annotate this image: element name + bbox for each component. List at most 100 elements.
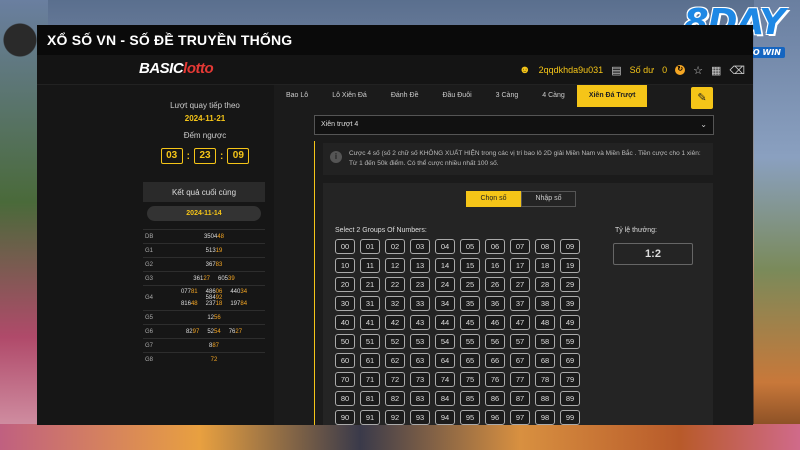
number-button[interactable]: 87 bbox=[510, 391, 530, 406]
number-button[interactable]: 10 bbox=[335, 258, 355, 273]
number-button[interactable]: 05 bbox=[460, 239, 480, 254]
number-button[interactable]: 88 bbox=[535, 391, 555, 406]
number-button[interactable]: 27 bbox=[510, 277, 530, 292]
number-button[interactable]: 96 bbox=[485, 410, 505, 425]
number-button[interactable]: 15 bbox=[460, 258, 480, 273]
number-button[interactable]: 82 bbox=[385, 391, 405, 406]
number-button[interactable]: 40 bbox=[335, 315, 355, 330]
number-button[interactable]: 37 bbox=[510, 296, 530, 311]
number-button[interactable]: 57 bbox=[510, 334, 530, 349]
number-button[interactable]: 62 bbox=[385, 353, 405, 368]
tab-6[interactable]: Xiên Đá Trượt bbox=[576, 85, 648, 107]
username[interactable]: 2qqdkhda9u031 bbox=[539, 65, 604, 75]
number-button[interactable]: 23 bbox=[410, 277, 430, 292]
number-button[interactable]: 72 bbox=[385, 372, 405, 387]
number-button[interactable]: 39 bbox=[560, 296, 580, 311]
number-button[interactable]: 13 bbox=[410, 258, 430, 273]
number-button[interactable]: 61 bbox=[360, 353, 380, 368]
number-button[interactable]: 42 bbox=[385, 315, 405, 330]
number-button[interactable]: 31 bbox=[360, 296, 380, 311]
number-button[interactable]: 24 bbox=[435, 277, 455, 292]
last-results-date[interactable]: 2024-11-14 bbox=[147, 206, 261, 221]
bet-type-select[interactable]: Xiên trượt 4 ⌄ bbox=[314, 115, 714, 135]
number-button[interactable]: 85 bbox=[460, 391, 480, 406]
number-button[interactable]: 43 bbox=[410, 315, 430, 330]
mode-input-button[interactable]: Nhập số bbox=[521, 191, 576, 207]
number-button[interactable]: 48 bbox=[535, 315, 555, 330]
number-button[interactable]: 97 bbox=[510, 410, 530, 425]
number-button[interactable]: 69 bbox=[560, 353, 580, 368]
number-button[interactable]: 92 bbox=[385, 410, 405, 425]
mode-choose-button[interactable]: Chọn số bbox=[466, 191, 521, 207]
number-button[interactable]: 35 bbox=[460, 296, 480, 311]
number-button[interactable]: 12 bbox=[385, 258, 405, 273]
number-button[interactable]: 02 bbox=[385, 239, 405, 254]
number-button[interactable]: 81 bbox=[360, 391, 380, 406]
number-button[interactable]: 93 bbox=[410, 410, 430, 425]
number-button[interactable]: 84 bbox=[435, 391, 455, 406]
number-button[interactable]: 80 bbox=[335, 391, 355, 406]
number-button[interactable]: 21 bbox=[360, 277, 380, 292]
number-button[interactable]: 54 bbox=[435, 334, 455, 349]
number-button[interactable]: 59 bbox=[560, 334, 580, 349]
number-button[interactable]: 29 bbox=[560, 277, 580, 292]
number-button[interactable]: 76 bbox=[485, 372, 505, 387]
number-button[interactable]: 89 bbox=[560, 391, 580, 406]
number-button[interactable]: 00 bbox=[335, 239, 355, 254]
number-button[interactable]: 75 bbox=[460, 372, 480, 387]
refresh-balance-icon[interactable]: ↻ bbox=[675, 65, 686, 75]
number-button[interactable]: 71 bbox=[360, 372, 380, 387]
number-button[interactable]: 70 bbox=[335, 372, 355, 387]
number-button[interactable]: 19 bbox=[560, 258, 580, 273]
number-button[interactable]: 77 bbox=[510, 372, 530, 387]
number-button[interactable]: 51 bbox=[360, 334, 380, 349]
number-button[interactable]: 14 bbox=[435, 258, 455, 273]
number-button[interactable]: 33 bbox=[410, 296, 430, 311]
number-button[interactable]: 56 bbox=[485, 334, 505, 349]
site-logo[interactable]: BASIClotto bbox=[139, 60, 214, 77]
number-button[interactable]: 04 bbox=[435, 239, 455, 254]
number-button[interactable]: 94 bbox=[435, 410, 455, 425]
number-button[interactable]: 32 bbox=[385, 296, 405, 311]
number-button[interactable]: 01 bbox=[360, 239, 380, 254]
number-button[interactable]: 38 bbox=[535, 296, 555, 311]
number-button[interactable]: 95 bbox=[460, 410, 480, 425]
number-button[interactable]: 63 bbox=[410, 353, 430, 368]
number-button[interactable]: 45 bbox=[460, 315, 480, 330]
number-button[interactable]: 64 bbox=[435, 353, 455, 368]
logout-icon[interactable]: ⌫ bbox=[729, 64, 745, 77]
number-button[interactable]: 03 bbox=[410, 239, 430, 254]
number-button[interactable]: 25 bbox=[460, 277, 480, 292]
number-button[interactable]: 65 bbox=[460, 353, 480, 368]
number-button[interactable]: 73 bbox=[410, 372, 430, 387]
number-button[interactable]: 36 bbox=[485, 296, 505, 311]
number-button[interactable]: 50 bbox=[335, 334, 355, 349]
number-button[interactable]: 78 bbox=[535, 372, 555, 387]
number-button[interactable]: 53 bbox=[410, 334, 430, 349]
number-button[interactable]: 99 bbox=[560, 410, 580, 425]
tab-4[interactable]: 3 Càng bbox=[484, 85, 531, 107]
number-button[interactable]: 44 bbox=[435, 315, 455, 330]
number-button[interactable]: 22 bbox=[385, 277, 405, 292]
number-button[interactable]: 90 bbox=[335, 410, 355, 425]
number-button[interactable]: 58 bbox=[535, 334, 555, 349]
tab-3[interactable]: Đầu Đuôi bbox=[430, 85, 483, 107]
history-icon[interactable]: ▦ bbox=[711, 64, 721, 77]
number-button[interactable]: 18 bbox=[535, 258, 555, 273]
number-button[interactable]: 98 bbox=[535, 410, 555, 425]
bet-slip-icon[interactable]: ✎ bbox=[691, 87, 713, 109]
number-button[interactable]: 68 bbox=[535, 353, 555, 368]
number-button[interactable]: 08 bbox=[535, 239, 555, 254]
tab-2[interactable]: Đánh Đề bbox=[379, 85, 431, 107]
number-button[interactable]: 83 bbox=[410, 391, 430, 406]
number-button[interactable]: 52 bbox=[385, 334, 405, 349]
number-button[interactable]: 07 bbox=[510, 239, 530, 254]
number-button[interactable]: 20 bbox=[335, 277, 355, 292]
number-button[interactable]: 74 bbox=[435, 372, 455, 387]
number-button[interactable]: 49 bbox=[560, 315, 580, 330]
tab-0[interactable]: Bao Lô bbox=[274, 85, 320, 107]
number-button[interactable]: 09 bbox=[560, 239, 580, 254]
number-button[interactable]: 60 bbox=[335, 353, 355, 368]
number-button[interactable]: 17 bbox=[510, 258, 530, 273]
number-button[interactable]: 91 bbox=[360, 410, 380, 425]
